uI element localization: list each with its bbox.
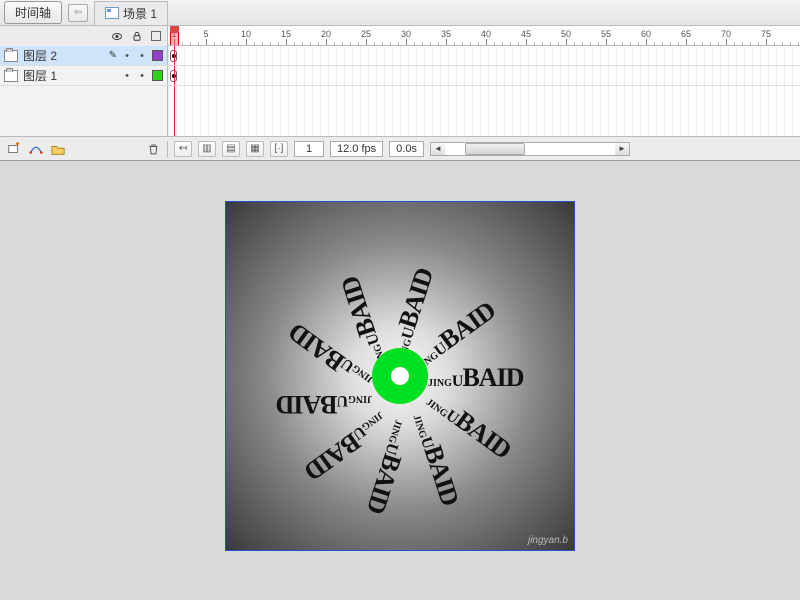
ruler-number: 40 bbox=[481, 29, 491, 39]
timeline-tab-button[interactable]: 时间轴 bbox=[4, 1, 62, 24]
lock-toggle[interactable]: • bbox=[137, 70, 147, 82]
new-folder-button[interactable] bbox=[50, 141, 66, 157]
back-arrow-button[interactable]: ⇦ bbox=[68, 4, 88, 22]
current-frame-field[interactable]: 1 bbox=[294, 141, 324, 157]
visibility-toggle[interactable]: • bbox=[122, 50, 132, 62]
layer-name-label[interactable]: 图层 1 bbox=[23, 67, 117, 84]
layer-icon bbox=[4, 50, 18, 62]
lock-column-icon[interactable] bbox=[131, 30, 143, 42]
onion-skin-button[interactable]: ▥ bbox=[198, 141, 216, 157]
visibility-column-icon[interactable] bbox=[111, 30, 123, 42]
frame-ruler[interactable]: 15101520253035404550556065707580 bbox=[168, 26, 800, 46]
edit-multiple-frames-button[interactable]: ▦ bbox=[246, 141, 264, 157]
scene-icon bbox=[105, 7, 119, 19]
stage-canvas[interactable]: JINGUBAIDJINGUBAIDJINGUBAIDJINGUBAIDJING… bbox=[225, 201, 575, 551]
goto-first-frame-button[interactable]: ↤ bbox=[174, 141, 192, 157]
layer-list-empty bbox=[0, 86, 168, 136]
layer-header bbox=[0, 26, 168, 46]
ruler-number: 55 bbox=[601, 29, 611, 39]
timeline-panel: 15101520253035404550556065707580 图层 2✎••… bbox=[0, 26, 800, 161]
visibility-toggle[interactable]: • bbox=[122, 70, 132, 82]
ruler-number: 10 bbox=[241, 29, 251, 39]
outline-color-swatch[interactable] bbox=[152, 70, 163, 81]
new-layer-button[interactable] bbox=[6, 141, 22, 157]
layer-row[interactable]: 图层 2 ✎ • • bbox=[0, 46, 800, 66]
ruler-number: 35 bbox=[441, 29, 451, 39]
ruler-number: 75 bbox=[761, 29, 771, 39]
stage-area[interactable]: JINGUBAIDJINGUBAIDJINGUBAIDJINGUBAIDJING… bbox=[0, 161, 800, 551]
new-guide-layer-button[interactable] bbox=[28, 141, 44, 157]
timeline-scrollbar[interactable]: ◄ ► bbox=[430, 142, 630, 156]
layer-name-label[interactable]: 图层 2 bbox=[23, 47, 104, 64]
lock-toggle[interactable]: • bbox=[137, 50, 147, 62]
frames-empty bbox=[168, 86, 800, 136]
outline-color-swatch[interactable] bbox=[152, 50, 163, 61]
ruler-number: 60 bbox=[641, 29, 651, 39]
ruler-number: 20 bbox=[321, 29, 331, 39]
scroll-thumb[interactable] bbox=[465, 143, 525, 155]
ruler-number: 25 bbox=[361, 29, 371, 39]
scene-label: 场景 1 bbox=[123, 5, 157, 22]
fps-field[interactable]: 12.0 fps bbox=[330, 141, 383, 157]
scroll-left-button[interactable]: ◄ bbox=[431, 143, 445, 155]
layer-row[interactable]: 图层 1 • • bbox=[0, 66, 800, 86]
layer-icon bbox=[4, 70, 18, 82]
onion-skin-outline-button[interactable]: ▤ bbox=[222, 141, 240, 157]
elapsed-time-field: 0.0s bbox=[389, 141, 424, 157]
ruler-number: 65 bbox=[681, 29, 691, 39]
frames-track[interactable] bbox=[168, 66, 800, 85]
ruler-number: 70 bbox=[721, 29, 731, 39]
ruler-number: 5 bbox=[203, 29, 208, 39]
outline-column-icon[interactable] bbox=[151, 31, 161, 41]
ruler-number: 15 bbox=[281, 29, 291, 39]
scroll-right-button[interactable]: ► bbox=[615, 143, 629, 155]
ruler-number: 50 bbox=[561, 29, 571, 39]
center-shape[interactable] bbox=[372, 348, 428, 404]
delete-layer-button[interactable] bbox=[145, 141, 161, 157]
pencil-icon: ✎ bbox=[109, 50, 117, 61]
frames-track[interactable] bbox=[168, 46, 800, 65]
ruler-number: 45 bbox=[521, 29, 531, 39]
modify-onion-markers-button[interactable]: [·] bbox=[270, 141, 288, 157]
scroll-track[interactable] bbox=[445, 143, 615, 155]
watermark-text: jingyan.b bbox=[528, 535, 568, 546]
ruler-number: 30 bbox=[401, 29, 411, 39]
scene-tab[interactable]: 场景 1 bbox=[94, 1, 168, 25]
playhead[interactable] bbox=[170, 26, 179, 45]
